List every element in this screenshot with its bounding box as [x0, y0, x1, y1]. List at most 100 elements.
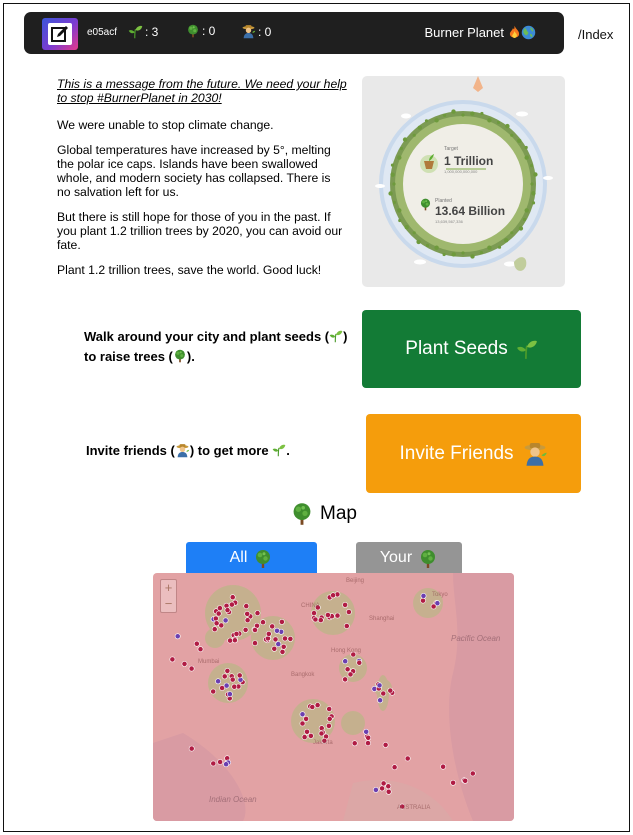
map-tree-marker[interactable]	[324, 612, 331, 618]
map-tree-marker[interactable]	[347, 671, 354, 678]
map-tree-marker[interactable]	[287, 636, 294, 642]
map-tree-marker[interactable]	[385, 788, 392, 795]
map-tree-marker[interactable]	[420, 592, 427, 599]
map-tree-marker[interactable]	[307, 732, 314, 739]
map-tree-marker[interactable]	[254, 610, 261, 616]
map-tree-marker[interactable]	[260, 619, 266, 626]
map-tree-marker[interactable]	[222, 617, 229, 624]
app-title[interactable]: Burner Planet	[425, 25, 537, 40]
map-tree-marker[interactable]	[272, 636, 279, 643]
map-tree-marker[interactable]	[227, 691, 233, 697]
map-tree-marker[interactable]	[244, 611, 251, 617]
map-tree-marker[interactable]	[217, 605, 223, 611]
map-tree-marker[interactable]	[210, 688, 217, 695]
zoom-out-button[interactable]: −	[161, 596, 176, 612]
map-tree-marker[interactable]	[215, 678, 221, 685]
map-tree-marker[interactable]	[211, 626, 218, 633]
map-tree-marker[interactable]	[193, 640, 200, 647]
map-tree-marker[interactable]	[342, 658, 349, 665]
map-tree-marker[interactable]	[275, 641, 282, 647]
map-tree-marker[interactable]	[343, 623, 350, 629]
map-tree-marker[interactable]	[345, 609, 352, 615]
map-tree-marker[interactable]	[330, 592, 336, 599]
map-tree-marker[interactable]	[223, 682, 230, 689]
map-tree-marker[interactable]	[380, 780, 387, 787]
map-tree-marker[interactable]	[304, 728, 310, 735]
map-tree-marker[interactable]	[244, 617, 251, 624]
map-tree-marker[interactable]	[229, 601, 235, 608]
map-tree-marker[interactable]	[224, 668, 231, 674]
map-tree-marker[interactable]	[342, 676, 348, 683]
map-tree-marker[interactable]	[309, 704, 316, 710]
tab-your-trees[interactable]: Your	[356, 542, 462, 576]
map-tree-marker[interactable]	[215, 610, 222, 617]
map-tree-marker[interactable]	[462, 777, 469, 784]
map-tree-marker[interactable]	[274, 627, 280, 634]
tree-map[interactable]: + − Beijing Tokyo CHINA Shanghai Hong Ko…	[153, 573, 514, 821]
plant-seeds-button[interactable]: Plant Seeds	[362, 310, 581, 388]
map-tree-marker[interactable]	[252, 627, 258, 633]
map-tree-marker[interactable]	[210, 760, 217, 767]
map-tree-marker[interactable]	[314, 702, 321, 708]
map-tree-marker[interactable]	[365, 740, 371, 746]
map-tree-marker[interactable]	[169, 656, 176, 663]
map-tree-marker[interactable]	[379, 785, 385, 792]
map-tree-marker[interactable]	[299, 711, 306, 718]
avatar[interactable]	[42, 18, 78, 50]
map-tree-marker[interactable]	[197, 646, 204, 653]
map-tree-marker[interactable]	[311, 610, 317, 616]
map-tree-marker[interactable]	[269, 623, 276, 630]
map-tree-marker[interactable]	[265, 631, 272, 637]
map-tree-marker[interactable]	[326, 715, 333, 722]
map-tree-marker[interactable]	[229, 676, 236, 683]
map-tree-marker[interactable]	[420, 597, 426, 604]
map-tree-marker[interactable]	[372, 786, 379, 793]
map-tree-marker[interactable]	[326, 706, 333, 712]
map-tree-marker[interactable]	[377, 697, 383, 704]
map-tree-marker[interactable]	[236, 672, 243, 679]
map-tree-marker[interactable]	[363, 728, 370, 735]
map-tree-marker[interactable]	[233, 631, 240, 637]
map-tree-marker[interactable]	[278, 619, 285, 625]
map-tree-marker[interactable]	[181, 661, 188, 667]
map-tree-marker[interactable]	[317, 617, 324, 623]
map-tree-marker[interactable]	[318, 730, 325, 737]
map-tree-marker[interactable]	[404, 755, 411, 762]
map-tree-marker[interactable]	[440, 763, 446, 770]
map-tree-marker[interactable]	[188, 665, 195, 672]
map-tree-marker[interactable]	[213, 620, 220, 627]
map-tree-marker[interactable]	[351, 740, 358, 747]
map-tree-marker[interactable]	[469, 770, 476, 777]
map-tree-marker[interactable]	[252, 640, 258, 646]
map-tree-marker[interactable]	[279, 649, 286, 655]
map-tree-marker[interactable]	[280, 643, 287, 650]
map-tree-marker[interactable]	[380, 690, 387, 697]
map-tree-marker[interactable]	[229, 594, 236, 601]
map-tree-marker[interactable]	[303, 715, 309, 722]
zoom-in-button[interactable]: +	[161, 580, 176, 596]
map-tree-marker[interactable]	[221, 673, 228, 680]
map-tree-marker[interactable]	[344, 666, 351, 673]
map-tree-marker[interactable]	[365, 734, 372, 741]
map-tree-marker[interactable]	[224, 607, 231, 613]
map-tree-marker[interactable]	[223, 761, 229, 768]
map-tree-marker[interactable]	[385, 783, 392, 790]
map-tree-marker[interactable]	[312, 616, 319, 623]
map-tree-marker[interactable]	[232, 637, 238, 644]
map-tree-marker[interactable]	[217, 759, 223, 765]
index-link[interactable]: /Index	[578, 27, 613, 42]
map-tree-marker[interactable]	[242, 627, 249, 633]
map-tree-marker[interactable]	[243, 603, 250, 609]
map-tree-marker[interactable]	[227, 637, 233, 644]
map-tree-marker[interactable]	[387, 687, 394, 694]
map-tree-marker[interactable]	[212, 615, 219, 622]
map-tree-marker[interactable]	[188, 745, 195, 752]
map-tree-marker[interactable]	[356, 659, 363, 666]
map-tree-marker[interactable]	[376, 682, 383, 689]
map-tree-marker[interactable]	[282, 635, 288, 642]
map-tree-marker[interactable]	[174, 633, 181, 640]
map-tree-marker[interactable]	[299, 720, 306, 727]
map-tree-marker[interactable]	[450, 779, 456, 786]
map-tree-marker[interactable]	[325, 722, 332, 729]
map-tree-marker[interactable]	[391, 764, 398, 771]
